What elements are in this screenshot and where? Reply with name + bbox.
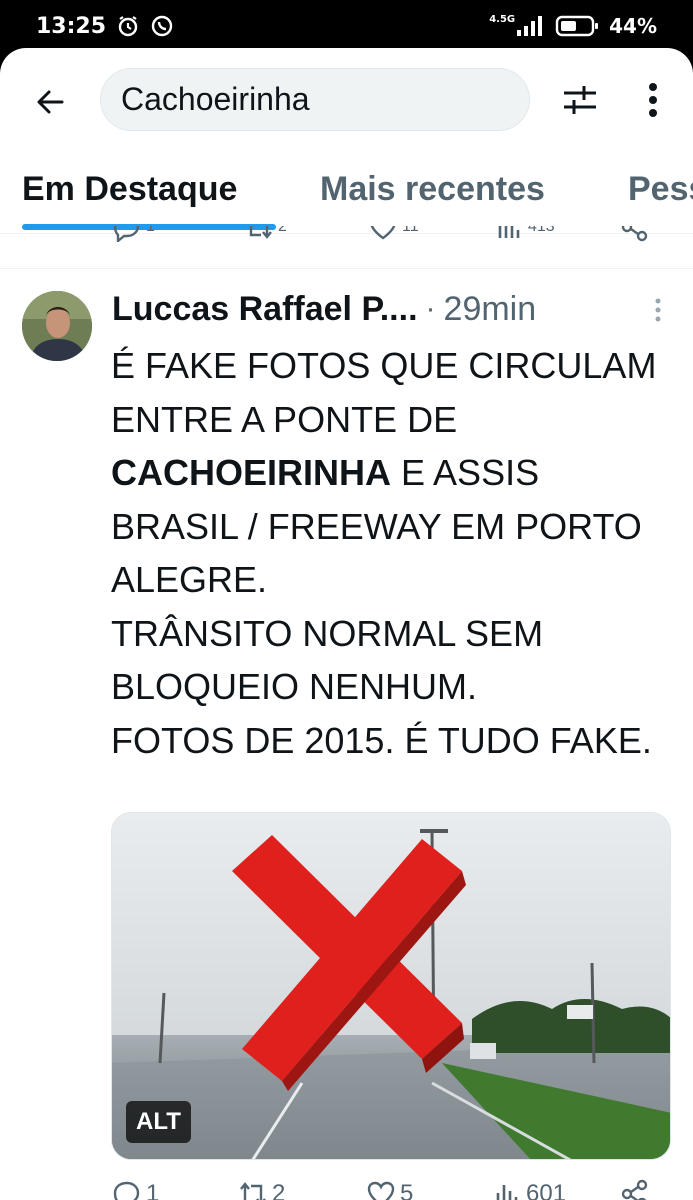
prev-like-count: 11 [402,226,419,235]
previous-tweet-actions: 1 2 11 413 [0,226,693,248]
tweet-text-line: É FAKE FOTOS QUE CIRCULAM [111,339,681,393]
repost-icon [249,226,272,239]
battery-level: 44% [609,14,657,38]
tab-pessoas[interactable]: Pessoas [628,170,693,209]
tweet-text-fragment: BRASIL / FREEWAY EM PORTO [111,505,642,547]
alt-text-badge[interactable]: ALT [126,1101,191,1143]
share-icon [621,1179,648,1200]
network-type: 4.5G [489,14,516,25]
heart-icon [370,226,396,240]
tweet-text-line: CACHOEIRINHA E ASSIS [111,446,681,500]
tab-em-destaque[interactable]: Em Destaque [22,170,237,209]
signal-icon: 4.5G [489,15,545,37]
app-screen: Cachoeirinha Em Destaque Mais recentes P… [0,48,693,1200]
reply-count: 1 [146,1180,160,1200]
tweet-text-line: TRÂNSITO NORMAL SEM [111,607,681,661]
tweet-text-line: BRASIL / FREEWAY EM PORTO [111,500,681,554]
search-tabs: Em Destaque Mais recentes Pessoas [0,152,693,234]
repost-icon [240,1182,266,1200]
prev-repost-button[interactable]: 2 [244,226,287,242]
view-count: 601 [526,1180,567,1200]
kebab-menu-icon [649,83,657,117]
search-input[interactable]: Cachoeirinha [100,68,530,131]
tweet-text-fragment: É FAKE FOTOS QUE CIRCULAM [111,345,657,386]
tweet[interactable]: Luccas Raffael P.... · 29min É FAKE FOTO… [0,269,693,1200]
prev-reply-button[interactable]: 1 [112,226,155,242]
clock: 13:25 [36,13,107,39]
tweet-text-fragment: TRÂNSITO NORMAL SEM [111,612,544,654]
tweet-text-fragment: E ASSIS [391,452,540,493]
search-query: Cachoeirinha [121,81,310,117]
avatar[interactable] [22,291,92,361]
back-arrow-icon [37,90,64,114]
prev-view-count: 413 [528,226,555,235]
status-bar: 13:25 4.5G 44% [0,0,693,52]
prev-like-button[interactable]: 11 [368,226,419,242]
tweet-text-line: BLOQUEIO NENHUM. [111,660,681,714]
sliders-icon [564,86,596,114]
alarm-icon [116,14,140,38]
reply-icon [113,1181,140,1200]
author-name[interactable]: Luccas Raffael P.... [112,290,418,329]
prev-repost-count: 2 [278,226,287,235]
repost-count: 2 [272,1180,286,1200]
like-button[interactable]: 5 [366,1179,413,1200]
search-header: Cachoeirinha [0,48,693,152]
tweet-timestamp[interactable]: 29min [444,290,537,329]
highlighted-keyword: CACHOEIRINHA [111,452,392,493]
header-separator: · [425,292,436,325]
tweet-text-fragment: ALEGRE. [111,559,268,600]
tweet-header: Luccas Raffael P.... · 29min [112,287,672,331]
tweet-text-fragment: FOTOS DE 2015. É TUDO FAKE. [111,719,652,761]
back-button[interactable] [30,82,70,122]
views-icon [498,226,520,238]
tweet-text-line: ENTRE A PONTE DE [111,393,681,447]
prev-reply-count: 1 [146,226,155,235]
prev-views-button[interactable]: 413 [496,226,555,242]
tweet-actions: 1 2 5 601 [0,1173,693,1200]
whatsapp-icon [150,14,174,38]
tweet-text-fragment: BLOQUEIO NENHUM. [111,666,478,707]
flooded-road-photo [112,813,670,1159]
search-filter-button[interactable] [558,78,602,122]
heart-icon [367,1181,395,1200]
more-options-button[interactable] [636,78,670,122]
tweet-more-button[interactable] [650,297,666,323]
tweet-image[interactable]: ALT [111,812,671,1160]
battery-icon [555,14,599,38]
views-icon [496,1185,518,1200]
tweet-text: É FAKE FOTOS QUE CIRCULAM ENTRE A PONTE D… [111,339,681,767]
views-button[interactable]: 601 [494,1179,566,1200]
reply-button[interactable]: 1 [112,1179,159,1200]
more-dots-icon [655,298,661,322]
prev-share-button[interactable] [620,226,650,242]
like-count: 5 [400,1180,414,1200]
share-icon [621,226,648,242]
tweet-text-line: ALEGRE. [111,553,681,607]
tab-mais-recentes[interactable]: Mais recentes [320,170,545,209]
tweet-text-line: FOTOS DE 2015. É TUDO FAKE. [111,714,681,768]
tweet-text-fragment: ENTRE A PONTE DE [111,398,458,440]
reply-icon [113,226,140,242]
share-button[interactable] [620,1179,650,1200]
repost-button[interactable]: 2 [238,1179,285,1200]
avatar-photo [22,291,92,361]
